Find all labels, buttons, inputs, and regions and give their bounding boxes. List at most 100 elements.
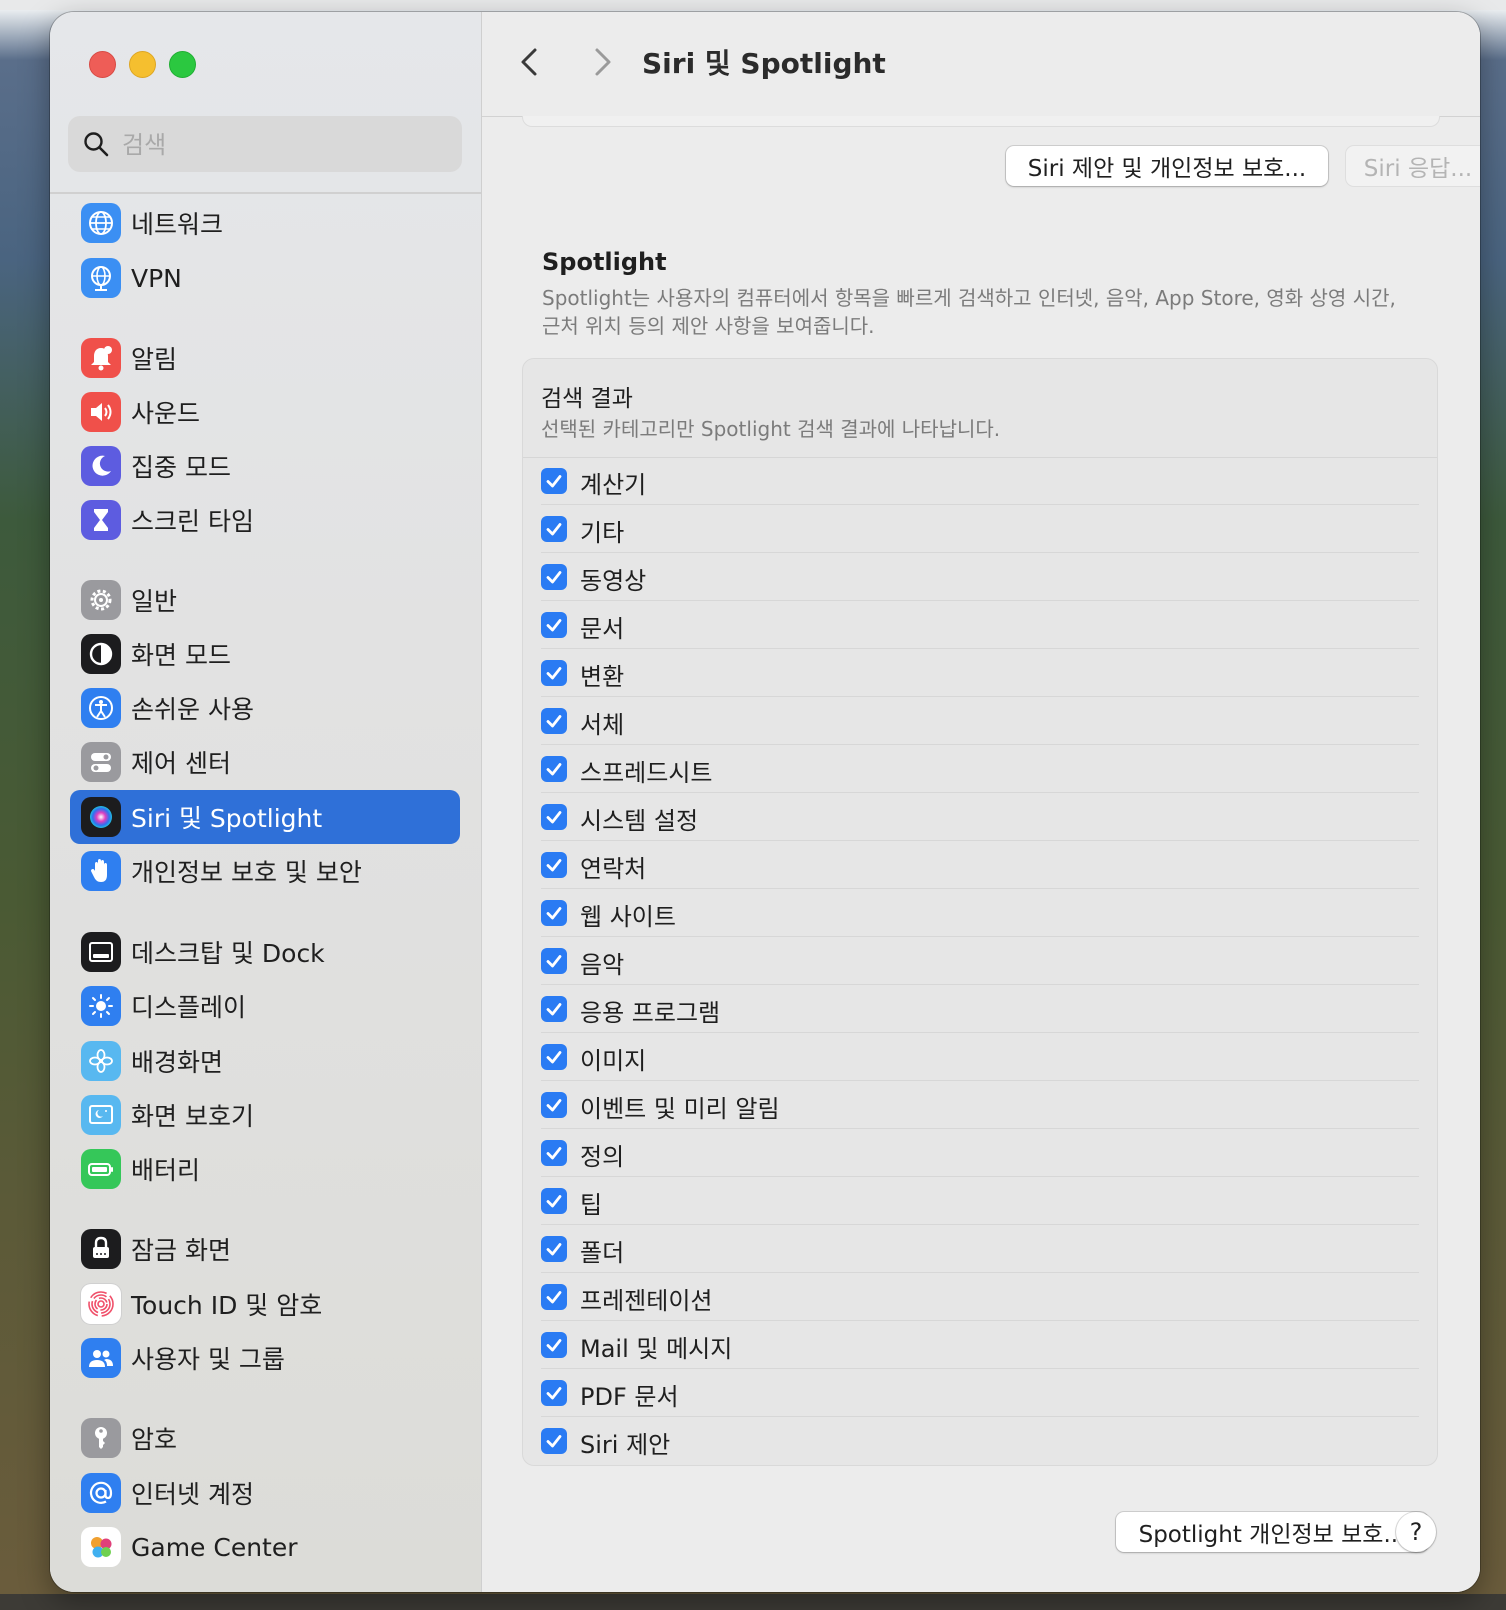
category-checkbox[interactable] bbox=[541, 1044, 567, 1070]
siri-suggestions-privacy-button[interactable]: Siri 제안 및 개인정보 보호... bbox=[1006, 146, 1328, 186]
category-row[interactable]: 스프레드시트 bbox=[523, 745, 1437, 793]
forward-arrow-icon[interactable] bbox=[582, 42, 622, 82]
category-row[interactable]: 문서 bbox=[523, 601, 1437, 649]
category-checkbox[interactable] bbox=[541, 1332, 567, 1358]
category-row[interactable]: PDF 문서 bbox=[523, 1369, 1437, 1417]
category-checkbox[interactable] bbox=[541, 1236, 567, 1262]
sidebar-item-screen-time[interactable]: 스크린 타임 bbox=[70, 493, 460, 547]
category-checkbox[interactable] bbox=[541, 516, 567, 542]
sidebar-item-label: 집중 모드 bbox=[131, 453, 231, 482]
dock-icon bbox=[81, 932, 121, 972]
category-row[interactable]: 계산기 bbox=[523, 457, 1437, 505]
toggles-icon bbox=[81, 742, 121, 782]
category-checkbox[interactable] bbox=[541, 708, 567, 734]
sidebar-item-displays[interactable]: 디스플레이 bbox=[70, 979, 460, 1033]
category-row[interactable]: Mail 및 메시지 bbox=[523, 1321, 1437, 1369]
checkmark-icon bbox=[546, 1099, 562, 1112]
category-row[interactable]: 프레젠테이션 bbox=[523, 1273, 1437, 1321]
sidebar-item-focus[interactable]: 집중 모드 bbox=[70, 439, 460, 493]
category-checkbox[interactable] bbox=[541, 948, 567, 974]
category-label: 팁 bbox=[580, 1191, 603, 1219]
battery-icon bbox=[81, 1149, 121, 1189]
category-row[interactable]: 웹 사이트 bbox=[523, 889, 1437, 937]
category-row[interactable]: 정의 bbox=[523, 1129, 1437, 1177]
category-row[interactable]: 응용 프로그램 bbox=[523, 985, 1437, 1033]
category-checkbox[interactable] bbox=[541, 756, 567, 782]
spotlight-description: Spotlight는 사용자의 컴퓨터에서 항목을 빠르게 검색하고 인터넷, … bbox=[542, 286, 1396, 338]
category-row[interactable]: 동영상 bbox=[523, 553, 1437, 601]
category-checkbox[interactable] bbox=[541, 1140, 567, 1166]
category-row[interactable]: 시스템 설정 bbox=[523, 793, 1437, 841]
search-field[interactable] bbox=[68, 116, 462, 172]
siri-responses-button[interactable]: Siri 응답... bbox=[1346, 146, 1480, 186]
page-title: Siri 및 Spotlight bbox=[642, 47, 886, 80]
sidebar-item-vpn[interactable]: VPN bbox=[70, 251, 460, 305]
checkmark-icon bbox=[546, 1147, 562, 1160]
sidebar-item-label: 제어 센터 bbox=[131, 749, 231, 778]
category-checkbox[interactable] bbox=[541, 1380, 567, 1406]
category-row[interactable]: 서체 bbox=[523, 697, 1437, 745]
settings-window: 네트워크 VPN 알림 사운드 bbox=[50, 12, 1480, 1592]
sidebar-item-privacy-security[interactable]: 개인정보 보호 및 보안 bbox=[70, 844, 460, 898]
sidebar-item-sound[interactable]: 사운드 bbox=[70, 385, 460, 439]
category-row[interactable]: 폴더 bbox=[523, 1225, 1437, 1273]
sidebar-item-internet-accounts[interactable]: 인터넷 계정 bbox=[70, 1466, 460, 1520]
category-label: 연락처 bbox=[580, 855, 647, 883]
sidebar-item-touch-id[interactable]: Touch ID 및 암호 bbox=[70, 1277, 460, 1331]
category-row[interactable]: Siri 제안 bbox=[523, 1417, 1437, 1465]
toolbar: Siri 및 Spotlight bbox=[482, 12, 1480, 117]
dock-strip bbox=[0, 1594, 1506, 1610]
category-checkbox[interactable] bbox=[541, 900, 567, 926]
category-row[interactable]: 기타 bbox=[523, 505, 1437, 553]
sidebar-item-appearance[interactable]: 화면 모드 bbox=[70, 627, 460, 681]
sidebar-item-control-center[interactable]: 제어 센터 bbox=[70, 735, 460, 789]
category-checkbox[interactable] bbox=[541, 564, 567, 590]
category-row[interactable]: 팁 bbox=[523, 1177, 1437, 1225]
search-input[interactable] bbox=[120, 126, 444, 164]
siri-icon bbox=[81, 797, 121, 837]
category-checkbox[interactable] bbox=[541, 1284, 567, 1310]
sidebar-item-general[interactable]: 일반 bbox=[70, 573, 460, 627]
back-arrow-icon[interactable] bbox=[510, 42, 550, 82]
category-checkbox[interactable] bbox=[541, 468, 567, 494]
minimize-window-button[interactable] bbox=[129, 51, 156, 78]
sidebar-item-passwords[interactable]: 암호 bbox=[70, 1411, 460, 1465]
category-checkbox[interactable] bbox=[541, 660, 567, 686]
sidebar-item-wallpaper[interactable]: 배경화면 bbox=[70, 1034, 460, 1088]
help-button[interactable]: ? bbox=[1396, 1512, 1436, 1552]
sidebar-item-label: 개인정보 보호 및 보안 bbox=[131, 858, 362, 887]
category-row[interactable]: 음악 bbox=[523, 937, 1437, 985]
category-row[interactable]: 이미지 bbox=[523, 1033, 1437, 1081]
sidebar-item-network[interactable]: 네트워크 bbox=[70, 196, 460, 250]
category-label: Siri 제안 bbox=[580, 1431, 671, 1459]
at-icon bbox=[81, 1473, 121, 1513]
close-window-button[interactable] bbox=[89, 51, 116, 78]
spotlight-privacy-button[interactable]: Spotlight 개인정보 보호... bbox=[1116, 1512, 1428, 1552]
sidebar-item-lock-screen[interactable]: 잠금 화면 bbox=[70, 1222, 460, 1276]
category-row[interactable]: 이벤트 및 미리 알림 bbox=[523, 1081, 1437, 1129]
sidebar-item-label: 데스크탑 및 Dock bbox=[131, 939, 325, 968]
category-row[interactable]: 연락처 bbox=[523, 841, 1437, 889]
category-checkbox[interactable] bbox=[541, 852, 567, 878]
sidebar-item-notifications[interactable]: 알림 bbox=[70, 331, 460, 385]
sidebar-item-battery[interactable]: 배터리 bbox=[70, 1142, 460, 1196]
search-results-subtitle: 선택된 카테고리만 Spotlight 검색 결과에 나타납니다. bbox=[541, 417, 1001, 441]
sidebar-item-game-center[interactable]: Game Center bbox=[70, 1520, 460, 1574]
sidebar-item-users-groups[interactable]: 사용자 및 그룹 bbox=[70, 1331, 460, 1385]
category-label: 프레젠테이션 bbox=[580, 1287, 713, 1315]
checkmark-icon bbox=[546, 1339, 562, 1352]
sidebar-item-accessibility[interactable]: 손쉬운 사용 bbox=[70, 681, 460, 735]
category-checkbox[interactable] bbox=[541, 996, 567, 1022]
zoom-window-button[interactable] bbox=[169, 51, 196, 78]
category-row[interactable]: 변환 bbox=[523, 649, 1437, 697]
category-checkbox[interactable] bbox=[541, 1188, 567, 1214]
category-checkbox[interactable] bbox=[541, 612, 567, 638]
category-checkbox[interactable] bbox=[541, 1092, 567, 1118]
sidebar-item-label: 암호 bbox=[131, 1425, 178, 1454]
sidebar-item-siri-spotlight[interactable]: Siri 및 Spotlight bbox=[70, 790, 460, 844]
sidebar-item-desktop-dock[interactable]: 데스크탑 및 Dock bbox=[70, 925, 460, 979]
category-checkbox[interactable] bbox=[541, 804, 567, 830]
checkmark-icon bbox=[546, 811, 562, 824]
category-checkbox[interactable] bbox=[541, 1428, 567, 1454]
sidebar-item-screen-saver[interactable]: 화면 보호기 bbox=[70, 1088, 460, 1142]
